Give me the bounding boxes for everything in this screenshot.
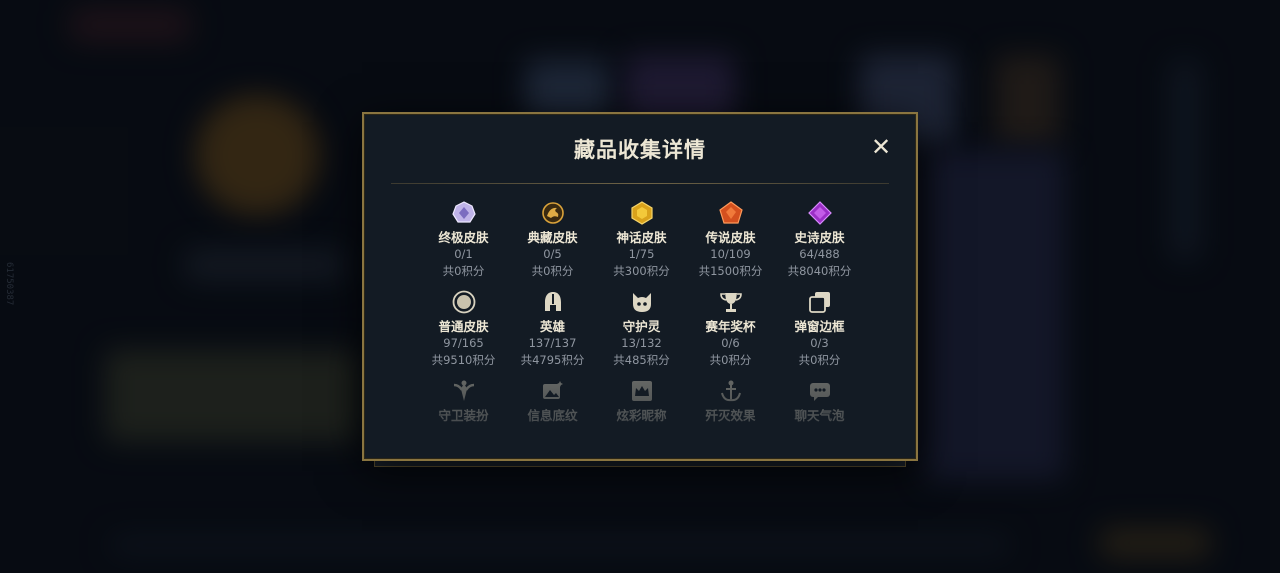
popup-frame-icon: [807, 289, 833, 315]
collector-dragon-icon: [540, 200, 566, 226]
category-points: 共300积分: [613, 264, 670, 278]
category-name: 守卫装扮: [438, 408, 489, 423]
category-champion[interactable]: 英雄 137/137 共4795积分: [508, 289, 597, 378]
category-points: 共0积分: [531, 264, 574, 278]
category-count: 0/6: [721, 336, 740, 350]
category-name: 赛年奖杯: [705, 319, 756, 334]
category-count: 97/165: [443, 336, 484, 350]
category-name: 普通皮肤: [438, 319, 489, 334]
category-chat-bubble[interactable]: 聊天气泡: [775, 378, 864, 467]
collection-grid: 终极皮肤 0/1 共0积分 典藏皮肤 0/5 共0积分 神话皮肤 1/75 共3…: [419, 200, 864, 467]
elimination-effect-icon: [718, 378, 744, 404]
ward-skin-icon: [451, 378, 477, 404]
collection-details-modal: 藏品收集详情 ✕ 终极皮肤 0/1 共0积分 典藏皮肤 0/5 共0积分 神话皮…: [362, 112, 918, 461]
close-button[interactable]: ✕: [868, 133, 894, 161]
standard-skin-circle-icon: [451, 289, 477, 315]
category-name: 典藏皮肤: [527, 230, 578, 245]
category-points: 共0积分: [709, 353, 752, 367]
category-season-trophy[interactable]: 赛年奖杯 0/6 共0积分: [686, 289, 775, 378]
category-points: 共8040积分: [787, 264, 852, 278]
category-points: 共1500积分: [698, 264, 763, 278]
category-name: 终极皮肤: [438, 230, 489, 245]
category-epic-skin[interactable]: 史诗皮肤 64/488 共8040积分: [775, 200, 864, 289]
chat-bubble-icon: [807, 378, 833, 404]
category-count: 0/3: [810, 336, 829, 350]
category-points: 共485积分: [613, 353, 670, 367]
category-points: 共9510积分: [431, 353, 496, 367]
category-count: 0/5: [543, 247, 562, 261]
category-count: 137/137: [528, 336, 577, 350]
category-collector-skin[interactable]: 典藏皮肤 0/5 共0积分: [508, 200, 597, 289]
category-points: 共4795积分: [520, 353, 585, 367]
category-name: 聊天气泡: [794, 408, 845, 423]
champion-helmet-icon: [540, 289, 566, 315]
close-icon: ✕: [870, 133, 892, 161]
category-count: 10/109: [710, 247, 751, 261]
category-mythic-skin[interactable]: 神话皮肤 1/75 共300积分: [597, 200, 686, 289]
category-points: 共0积分: [798, 353, 841, 367]
category-name: 歼灭效果: [705, 408, 756, 423]
category-legendary-skin[interactable]: 传说皮肤 10/109 共1500积分: [686, 200, 775, 289]
category-count: 13/132: [621, 336, 662, 350]
category-elimination-effect[interactable]: 歼灭效果: [686, 378, 775, 467]
category-name: 守护灵: [622, 319, 661, 334]
category-name: 神话皮肤: [616, 230, 667, 245]
modal-title: 藏品收集详情: [574, 138, 706, 162]
colorful-nickname-icon: [629, 378, 655, 404]
category-guardian-spirit[interactable]: 守护灵 13/132 共485积分: [597, 289, 686, 378]
ultimate-skin-gem-icon: [451, 200, 477, 226]
category-ward-skin[interactable]: 守卫装扮: [419, 378, 508, 467]
category-name: 信息底纹: [527, 408, 578, 423]
epic-gem-icon: [807, 200, 833, 226]
category-name: 英雄: [539, 319, 565, 334]
legendary-gem-icon: [718, 200, 744, 226]
season-trophy-icon: [718, 289, 744, 315]
guardian-spirit-icon: [629, 289, 655, 315]
profile-banner-icon: [540, 378, 566, 404]
category-popup-frame[interactable]: 弹窗边框 0/3 共0积分: [775, 289, 864, 378]
mythic-gem-icon: [629, 200, 655, 226]
category-count: 1/75: [628, 247, 655, 261]
category-standard-skin[interactable]: 普通皮肤 97/165 共9510积分: [419, 289, 508, 378]
category-points: 共0积分: [442, 264, 485, 278]
category-name: 传说皮肤: [705, 230, 756, 245]
title-divider: [391, 183, 889, 184]
category-name: 弹窗边框: [794, 319, 845, 334]
category-profile-banner[interactable]: 信息底纹: [508, 378, 597, 467]
category-name: 炫彩昵称: [616, 408, 667, 423]
category-ultimate-skin[interactable]: 终极皮肤 0/1 共0积分: [419, 200, 508, 289]
category-colorful-nickname[interactable]: 炫彩昵称: [597, 378, 686, 467]
category-count: 64/488: [799, 247, 840, 261]
category-name: 史诗皮肤: [794, 230, 845, 245]
category-count: 0/1: [454, 247, 473, 261]
